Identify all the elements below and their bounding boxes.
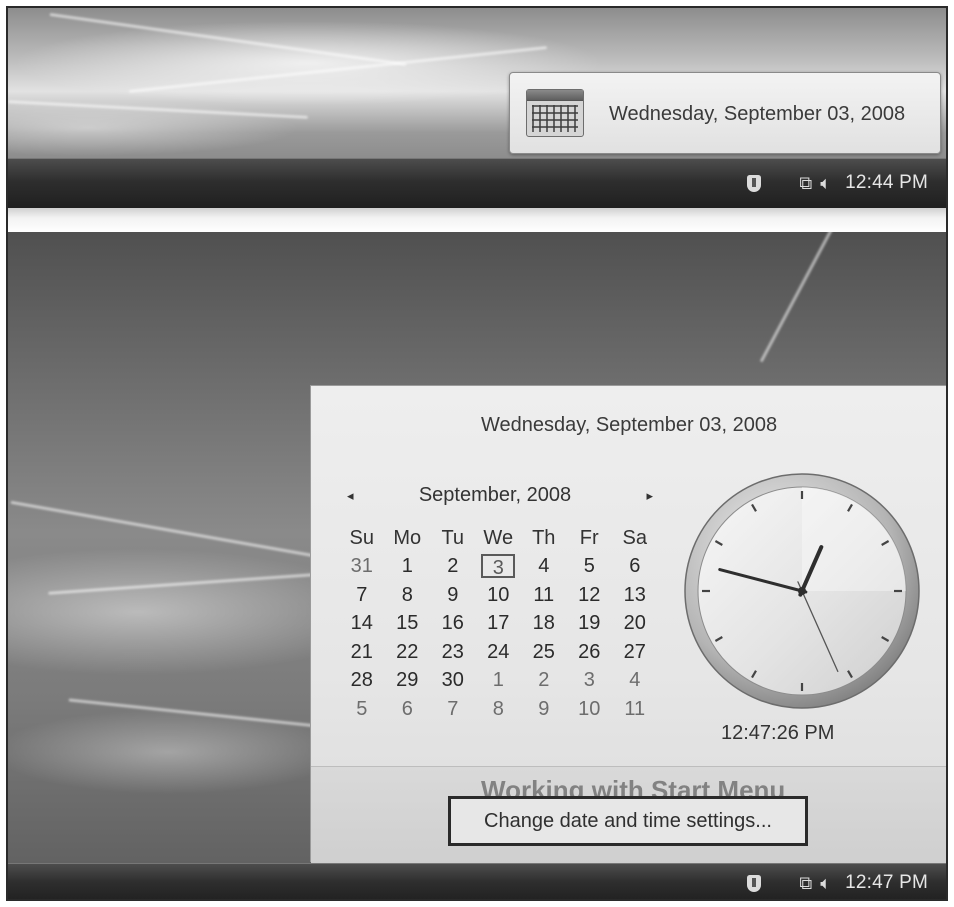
calendar-day[interactable]: 23 bbox=[430, 638, 476, 667]
calendar-day[interactable]: 31 bbox=[339, 553, 385, 582]
system-tray: ⧉ 🔈︎ 12:44 PM bbox=[747, 172, 928, 194]
calendar-week-row: 7 8 9 10 11 12 13 bbox=[339, 581, 658, 610]
calendar-day[interactable]: 21 bbox=[339, 638, 385, 667]
desktop-top: Wednesday, September 03, 2008 ⧉ 🔈︎ 12:44… bbox=[8, 8, 946, 216]
separator-strip bbox=[8, 208, 946, 232]
calendar-day[interactable]: 7 bbox=[339, 581, 385, 610]
calendar-day[interactable]: 10 bbox=[567, 695, 613, 724]
calendar-day[interactable]: 16 bbox=[430, 610, 476, 639]
calendar-grid: Su Mo Tu We Th Fr Sa 31 1 2 3 4 5 6 7 8 … bbox=[339, 524, 658, 724]
calendar-day[interactable]: 11 bbox=[612, 695, 658, 724]
clock-face-highlight bbox=[802, 487, 906, 591]
wallpaper-streak bbox=[48, 572, 328, 595]
calendar-day[interactable]: 7 bbox=[430, 695, 476, 724]
next-month-icon[interactable]: ▸ bbox=[646, 488, 653, 504]
analog-clock bbox=[684, 473, 920, 709]
network-icon[interactable]: ⧉ bbox=[799, 173, 812, 194]
weekday-label: Sa bbox=[622, 526, 647, 549]
flyout-footer: Working with Start Menu Change date and … bbox=[311, 766, 946, 864]
taskbar: ⧉ 🔈︎ 12:47 PM bbox=[8, 863, 946, 899]
taskbar: ⧉ 🔈︎ 12:44 PM bbox=[8, 158, 946, 209]
calendar-day[interactable]: 13 bbox=[612, 581, 658, 610]
calendar-day[interactable]: 14 bbox=[339, 610, 385, 639]
calendar-icon bbox=[526, 89, 584, 137]
screenshot-frame: Wednesday, September 03, 2008 ⧉ 🔈︎ 12:44… bbox=[6, 6, 948, 901]
wallpaper-streak bbox=[8, 100, 308, 119]
taskbar-clock[interactable]: 12:44 PM bbox=[845, 172, 928, 194]
calendar-week-row: 21 22 23 24 25 26 27 bbox=[339, 638, 658, 667]
calendar-week-row: 31 1 2 3 4 5 6 bbox=[339, 553, 658, 582]
calendar-day[interactable]: 17 bbox=[476, 610, 522, 639]
wallpaper-streak bbox=[759, 232, 857, 363]
clock-center bbox=[798, 587, 806, 595]
calendar-week-row: 14 15 16 17 18 19 20 bbox=[339, 610, 658, 639]
shield-icon[interactable] bbox=[747, 874, 762, 892]
tooltip-date: Wednesday, September 03, 2008 bbox=[609, 103, 906, 125]
today-marker[interactable]: 3 bbox=[481, 553, 516, 579]
month-title[interactable]: September, 2008 bbox=[337, 484, 653, 507]
flyout-long-date[interactable]: Wednesday, September 03, 2008 bbox=[311, 414, 946, 437]
calendar-day[interactable]: 2 bbox=[521, 667, 567, 696]
calendar-week-row: 5 6 7 8 9 10 11 bbox=[339, 695, 658, 724]
change-date-time-settings-link[interactable]: Change date and time settings... bbox=[448, 796, 808, 846]
calendar-day[interactable]: 18 bbox=[521, 610, 567, 639]
calendar-day[interactable]: 8 bbox=[385, 581, 431, 610]
calendar-day[interactable]: 30 bbox=[430, 667, 476, 696]
weekday-label: Tu bbox=[441, 526, 465, 549]
calendar-day-today[interactable]: 3 bbox=[476, 553, 522, 582]
volume-icon[interactable]: 🔈︎ bbox=[820, 173, 831, 194]
calendar-day[interactable]: 5 bbox=[339, 695, 385, 724]
weekday-header-row: Su Mo Tu We Th Fr Sa bbox=[339, 524, 658, 553]
calendar-day[interactable]: 9 bbox=[430, 581, 476, 610]
calendar-day[interactable]: 29 bbox=[385, 667, 431, 696]
system-tray: ⧉ 🔈︎ 12:47 PM bbox=[747, 872, 928, 894]
weekday-label: Mo bbox=[393, 526, 422, 549]
calendar-day[interactable]: 11 bbox=[521, 581, 567, 610]
shield-icon[interactable] bbox=[747, 174, 762, 192]
month-navigation: ◂ September, 2008 ▸ bbox=[337, 484, 653, 510]
calendar-flyout: Wednesday, September 03, 2008 ◂ Septembe… bbox=[310, 385, 946, 864]
volume-icon[interactable]: 🔈︎ bbox=[820, 873, 831, 894]
calendar-day[interactable]: 25 bbox=[521, 638, 567, 667]
wallpaper-streak bbox=[68, 698, 328, 729]
calendar-day[interactable]: 9 bbox=[521, 695, 567, 724]
weekday-label: Th bbox=[532, 526, 556, 549]
weekday-label: We bbox=[483, 526, 514, 549]
calendar-day[interactable]: 4 bbox=[521, 553, 567, 582]
desktop-bottom: Wednesday, September 03, 2008 ◂ Septembe… bbox=[8, 232, 946, 899]
calendar-day[interactable]: 26 bbox=[567, 638, 613, 667]
calendar-day[interactable]: 4 bbox=[612, 667, 658, 696]
calendar-day[interactable]: 2 bbox=[430, 553, 476, 582]
digital-clock: 12:47:26 PM bbox=[721, 722, 835, 744]
calendar-day[interactable]: 12 bbox=[567, 581, 613, 610]
calendar-day[interactable]: 1 bbox=[476, 667, 522, 696]
calendar-day[interactable]: 6 bbox=[612, 553, 658, 582]
taskbar-clock[interactable]: 12:47 PM bbox=[845, 872, 928, 894]
calendar-day[interactable]: 19 bbox=[567, 610, 613, 639]
calendar-week-row: 28 29 30 1 2 3 4 bbox=[339, 667, 658, 696]
calendar-day[interactable]: 15 bbox=[385, 610, 431, 639]
date-tooltip: Wednesday, September 03, 2008 bbox=[509, 72, 941, 154]
weekday-label: Fr bbox=[579, 526, 599, 549]
calendar-day[interactable]: 8 bbox=[476, 695, 522, 724]
wallpaper-streak bbox=[49, 12, 407, 67]
calendar-day[interactable]: 27 bbox=[612, 638, 658, 667]
calendar-day[interactable]: 5 bbox=[567, 553, 613, 582]
calendar-day[interactable]: 1 bbox=[385, 553, 431, 582]
calendar-day[interactable]: 20 bbox=[612, 610, 658, 639]
network-icon[interactable]: ⧉ bbox=[799, 873, 812, 894]
calendar-day[interactable]: 22 bbox=[385, 638, 431, 667]
weekday-label: Su bbox=[349, 526, 374, 549]
calendar-day[interactable]: 10 bbox=[476, 581, 522, 610]
calendar-day[interactable]: 6 bbox=[385, 695, 431, 724]
calendar-day[interactable]: 28 bbox=[339, 667, 385, 696]
calendar-day[interactable]: 24 bbox=[476, 638, 522, 667]
calendar-day[interactable]: 3 bbox=[567, 667, 613, 696]
